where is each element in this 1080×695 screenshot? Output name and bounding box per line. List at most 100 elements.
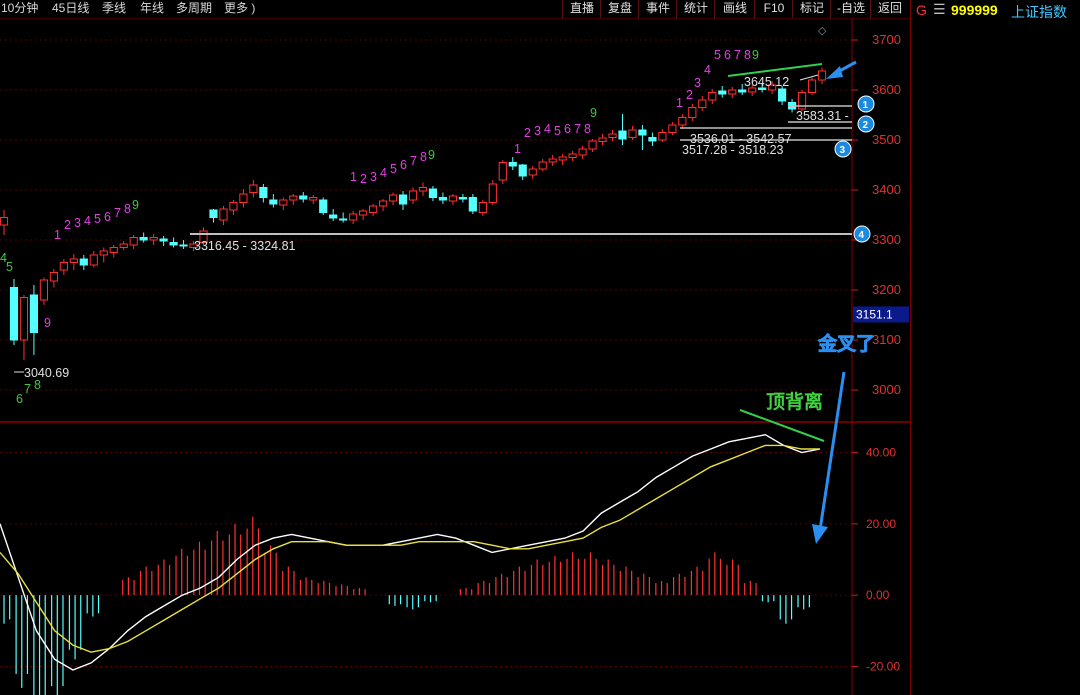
td-count: 6 [104, 210, 111, 224]
security-code: 999999 [951, 2, 998, 18]
price-tick-label: 3300 [872, 232, 901, 247]
candle-body [89, 254, 98, 266]
candle-body [738, 89, 747, 93]
candle-body [359, 210, 368, 216]
candle-body [259, 187, 268, 198]
candle-body [39, 279, 48, 301]
candle-body [398, 194, 408, 205]
price-label: 3583.31 - [796, 109, 849, 123]
candle-body [229, 202, 238, 211]
candle-body [29, 294, 39, 333]
candle-body [149, 237, 158, 241]
candle-body [239, 193, 248, 203]
candle-body [558, 156, 567, 161]
candle-body [678, 117, 687, 126]
td-count: 8 [124, 202, 131, 216]
candle-body [698, 99, 707, 108]
hamburger-icon[interactable]: ☰ [933, 1, 946, 18]
td-count: 3 [534, 124, 541, 138]
candle-body [19, 297, 29, 341]
candle-body [468, 197, 477, 212]
td-count: 4 [380, 166, 387, 180]
candle-body [778, 88, 787, 102]
candle-body [817, 70, 827, 81]
td-count: 1 [350, 170, 357, 184]
td-count: 5 [714, 48, 721, 62]
td-count: 8 [744, 48, 751, 62]
td-count: 9 [752, 48, 759, 62]
candle-body [0, 217, 9, 226]
candle-body [658, 132, 667, 141]
price-tick-label: 3700 [872, 32, 901, 47]
candle-body [528, 168, 537, 176]
candle-body [448, 195, 457, 202]
candle-body [578, 148, 587, 156]
macd-line-dea [0, 444, 820, 653]
candle-body [179, 244, 188, 247]
td-count: 1 [514, 142, 521, 156]
cross-arrow-line [818, 371, 846, 531]
td-count: 6 [724, 48, 731, 62]
high-marker [799, 74, 819, 81]
candle-body [69, 258, 78, 263]
td-count: 4 [544, 122, 551, 136]
candle-body [159, 238, 168, 242]
price-label: 3316.45 - 3324.81 [194, 239, 296, 253]
td-count: 2 [686, 88, 693, 102]
td-count: 2 [64, 218, 71, 232]
price-label: 3536.01 - 3542.57 [690, 132, 792, 146]
candle-body [249, 184, 258, 193]
td-count: 9 [590, 106, 597, 120]
price-tick-label: 3000 [872, 382, 901, 397]
chart-area[interactable]: 370036003500340033003200310030003151.140… [0, 0, 910, 695]
td-count: 2 [524, 126, 531, 140]
td-count: 1 [676, 96, 683, 110]
td-count: 7 [114, 206, 121, 220]
td-count: 7 [410, 154, 417, 168]
td-count: 5 [94, 212, 101, 226]
candle-body [518, 164, 527, 177]
annotations: 12343040.693316.45 - 3324.813517.28 - 35… [0, 25, 875, 544]
candle-body [349, 213, 358, 221]
candle-body [99, 250, 108, 256]
top-divergence-label: 顶背离 [766, 390, 823, 413]
candle-body [269, 199, 278, 205]
td-count: 7 [574, 122, 581, 136]
candle-body [688, 107, 697, 118]
price-label: 3645.12 [744, 75, 789, 89]
candle-body [488, 183, 497, 203]
level-badge-number: 3 [840, 145, 846, 156]
current-price-label: 3151.1 [856, 307, 893, 321]
candle-body [708, 92, 717, 101]
td-count: 3 [694, 76, 701, 90]
macd-tick-label: 0.00 [866, 588, 890, 602]
candle-body [378, 200, 388, 207]
macd-panel [0, 433, 821, 695]
td-count: 4 [84, 214, 91, 228]
td-count: 5 [6, 260, 13, 274]
candle-body [568, 153, 577, 158]
candle-body [428, 188, 438, 198]
candle-body [608, 133, 617, 138]
price-label: 3040.69 [24, 366, 69, 380]
security-info-panel: G ☰ 999999 上证指数 [910, 0, 1080, 695]
price-tick-label: 3400 [872, 182, 901, 197]
candle-body [728, 89, 737, 95]
td-count: 9 [44, 316, 51, 330]
candle-body [279, 199, 288, 206]
level-badge-number: 4 [859, 230, 865, 241]
td-count: 7 [24, 382, 31, 396]
candle-body [119, 243, 128, 248]
td-count: 5 [390, 162, 397, 176]
candle-body [329, 214, 338, 219]
td-count: 6 [400, 158, 407, 172]
candle-body [299, 195, 308, 200]
candle-body [618, 130, 627, 140]
candle-body [59, 262, 68, 271]
grid-lines [0, 18, 910, 695]
candle-body [718, 90, 727, 95]
candle-body [408, 190, 418, 201]
candle-body [638, 129, 647, 136]
candle-body [309, 197, 318, 201]
td-count: 6 [16, 392, 23, 406]
